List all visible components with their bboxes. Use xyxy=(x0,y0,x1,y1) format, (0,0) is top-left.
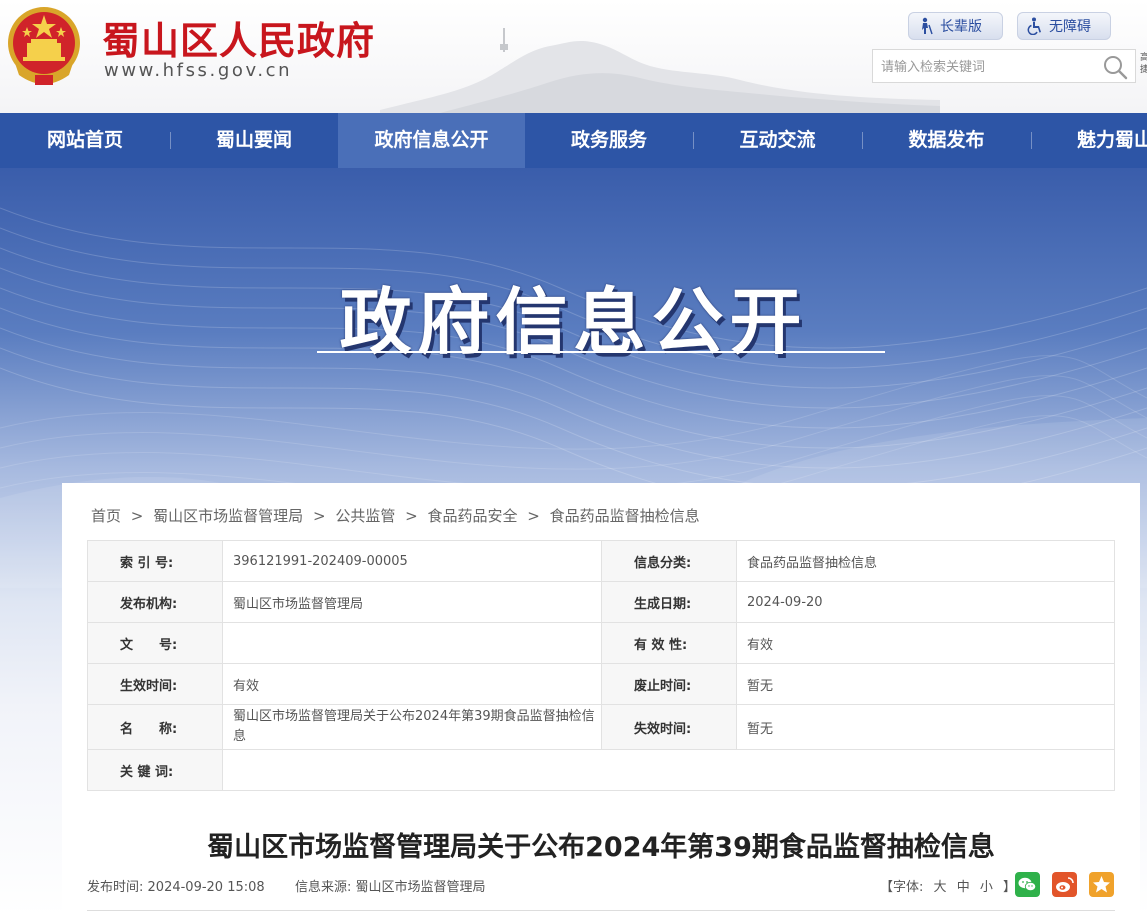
breadcrumb-market-bureau[interactable]: 蜀山区市场监督管理局 xyxy=(153,507,303,525)
table-row: 发布机构: 蜀山区市场监督管理局 生成日期: 2024-09-20 xyxy=(87,581,1115,623)
table-row: 索 引 号: 396121991-202409-00005 信息分类: 食品药品… xyxy=(87,540,1115,582)
meta-label: 生效时间: xyxy=(87,663,223,705)
accessibility-label: 无障碍 xyxy=(1049,19,1091,35)
share-wechat-button[interactable] xyxy=(1015,872,1040,897)
font-medium-button[interactable]: 中 xyxy=(957,880,970,895)
nav-item-news[interactable]: 蜀山要闻 xyxy=(170,113,338,168)
search-box xyxy=(872,49,1136,83)
breadcrumb-home[interactable]: 首页 xyxy=(91,507,121,525)
elder-mode-button[interactable]: 长辈版 xyxy=(908,12,1003,40)
table-row: 名 称: 蜀山区市场监督管理局关于公布2024年第39期食品监督抽检信息 失效时… xyxy=(87,704,1115,750)
wheelchair-icon xyxy=(1027,17,1041,35)
meta-label: 生成日期: xyxy=(601,581,737,623)
font-small-button[interactable]: 小 xyxy=(980,880,993,895)
banner-underline xyxy=(317,351,885,353)
publish-time-label: 发布时间: xyxy=(87,880,144,895)
site-header: 蜀山区人民政府 www.hfss.gov.cn 长辈版 无障碍 高 捷 xyxy=(0,0,1147,113)
meta-label: 有 效 性: xyxy=(601,622,737,664)
meta-value: 396121991-202409-00005 xyxy=(222,540,602,582)
meta-label: 文 号: xyxy=(87,622,223,664)
breadcrumb-food-drug-safety[interactable]: 食品药品安全 xyxy=(427,507,517,525)
font-size-label: 【字体: xyxy=(880,880,924,895)
elder-mode-label: 长辈版 xyxy=(940,19,982,35)
weibo-icon xyxy=(1056,877,1074,892)
table-row: 关 键 词: xyxy=(87,749,1115,791)
national-emblem-icon xyxy=(8,7,80,85)
font-large-button[interactable]: 大 xyxy=(934,880,947,895)
breadcrumb-separator: > xyxy=(405,507,418,525)
nav-item-charm[interactable]: 魅力蜀山 xyxy=(1031,113,1147,168)
nav-item-gov-info[interactable]: 政府信息公开 xyxy=(338,113,525,168)
meta-value xyxy=(222,749,1115,791)
nav-item-interaction[interactable]: 互动交流 xyxy=(693,113,862,168)
breadcrumb: 首页 > 蜀山区市场监督管理局 > 公共监管 > 食品药品安全 > 食品药品监督… xyxy=(91,505,700,526)
meta-value: 有效 xyxy=(736,622,1115,664)
search-icon[interactable] xyxy=(1102,54,1128,80)
header-edge-text: 高 捷 xyxy=(1140,53,1147,75)
meta-label: 失效时间: xyxy=(601,704,737,750)
share-weibo-button[interactable] xyxy=(1052,872,1077,897)
meta-value: 暂无 xyxy=(736,704,1115,750)
meta-label: 名 称: xyxy=(87,704,223,750)
meta-label: 发布机构: xyxy=(87,581,223,623)
meta-value: 食品药品监督抽检信息 xyxy=(736,540,1115,582)
mountain-illustration xyxy=(380,28,940,113)
meta-label: 废止时间: xyxy=(601,663,737,705)
accessibility-button[interactable]: 无障碍 xyxy=(1017,12,1111,40)
main-nav: 网站首页 蜀山要闻 政府信息公开 政务服务 互动交流 数据发布 魅力蜀山 xyxy=(0,113,1147,168)
nav-item-gov-service[interactable]: 政务服务 xyxy=(525,113,693,168)
meta-value xyxy=(222,622,602,664)
breadcrumb-separator: > xyxy=(312,507,326,525)
star-icon xyxy=(1093,876,1110,893)
nav-item-home[interactable]: 网站首页 xyxy=(0,113,170,168)
content-card: 首页 > 蜀山区市场监督管理局 > 公共监管 > 食品药品安全 > 食品药品监督… xyxy=(62,483,1140,916)
wechat-icon xyxy=(1018,877,1037,892)
meta-value: 2024-09-20 xyxy=(736,581,1115,623)
meta-value: 暂无 xyxy=(736,663,1115,705)
table-row: 生效时间: 有效 废止时间: 暂无 xyxy=(87,663,1115,705)
font-size-control: 【字体: 大 中 小 】 xyxy=(877,876,1019,895)
search-input[interactable] xyxy=(881,57,1091,77)
site-title[interactable]: 蜀山区人民政府 xyxy=(102,10,375,65)
breadcrumb-public-supervision[interactable]: 公共监管 xyxy=(335,507,395,525)
source-value: 蜀山区市场监督管理局 xyxy=(355,880,486,895)
elder-person-icon xyxy=(922,17,933,35)
nav-item-data[interactable]: 数据发布 xyxy=(862,113,1031,168)
breadcrumb-separator: > xyxy=(130,507,144,525)
favorite-button[interactable] xyxy=(1089,872,1114,897)
meta-value: 蜀山区市场监督管理局关于公布2024年第39期食品监督抽检信息 xyxy=(222,704,602,750)
divider xyxy=(87,910,1115,911)
meta-value: 有效 xyxy=(222,663,602,705)
article-title: 蜀山区市场监督管理局关于公布2024年第39期食品监督抽检信息 xyxy=(207,832,995,863)
info-meta-table: 索 引 号: 396121991-202409-00005 信息分类: 食品药品… xyxy=(87,540,1115,791)
meta-value: 蜀山区市场监督管理局 xyxy=(222,581,602,623)
table-row: 文 号: 有 效 性: 有效 xyxy=(87,622,1115,664)
meta-label: 索 引 号: xyxy=(87,540,223,582)
meta-label: 信息分类: xyxy=(601,540,737,582)
breadcrumb-separator: > xyxy=(527,507,540,525)
source-label: 信息来源: xyxy=(294,880,352,895)
meta-label: 关 键 词: xyxy=(87,749,223,791)
breadcrumb-inspection-info[interactable]: 食品药品监督抽检信息 xyxy=(550,507,700,525)
site-url: www.hfss.gov.cn xyxy=(104,60,293,81)
publish-time: 2024-09-20 15:08 xyxy=(147,880,265,895)
publish-info: 发布时间: 2024-09-20 15:08 信息来源: 蜀山区市场监督管理局 xyxy=(87,876,486,895)
